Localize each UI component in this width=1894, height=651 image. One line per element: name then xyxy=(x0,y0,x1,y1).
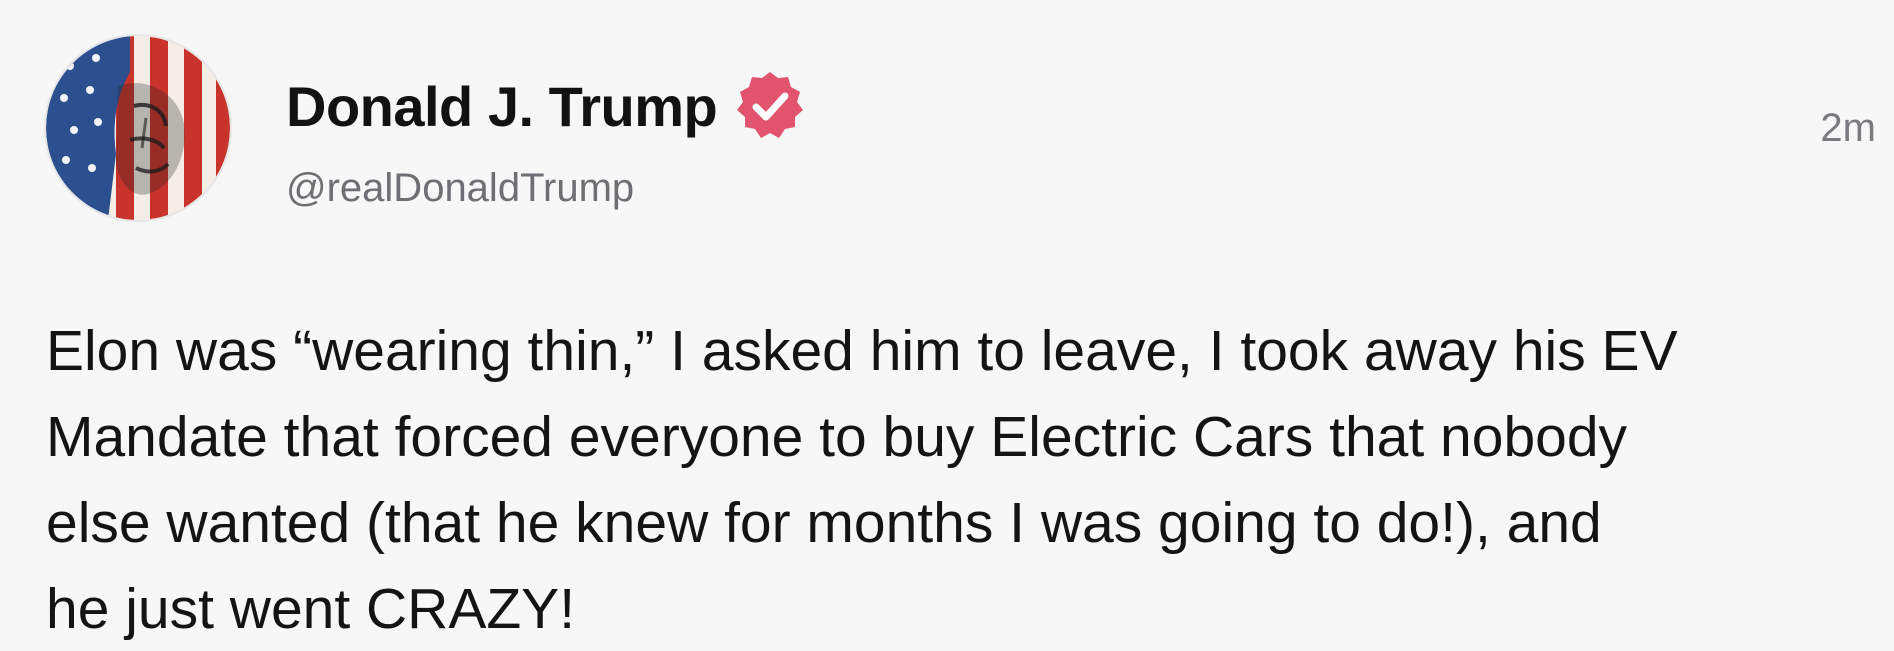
post-card: Donald J. Trump @realDonaldTrump 2m Elon… xyxy=(0,0,1894,651)
verified-badge-icon xyxy=(733,69,807,143)
author-row: Donald J. Trump xyxy=(286,66,807,146)
author-handle[interactable]: @realDonaldTrump xyxy=(286,166,634,211)
post-text-line: he just went CRAZY! xyxy=(46,577,576,641)
post-text-line: Mandate that forced everyone to buy Elec… xyxy=(46,405,1628,469)
profile-avatar[interactable] xyxy=(46,36,230,220)
post-text-line: Elon was “wearing thin,” I asked him to … xyxy=(46,319,1678,383)
author-display-name[interactable]: Donald J. Trump xyxy=(286,74,718,139)
post-text-line: else wanted (that he knew for months I w… xyxy=(46,491,1602,555)
post-timestamp[interactable]: 2m xyxy=(1820,106,1876,151)
post-body: Elon was “wearing thin,” I asked him to … xyxy=(46,308,1876,651)
avatar-image xyxy=(46,36,230,220)
